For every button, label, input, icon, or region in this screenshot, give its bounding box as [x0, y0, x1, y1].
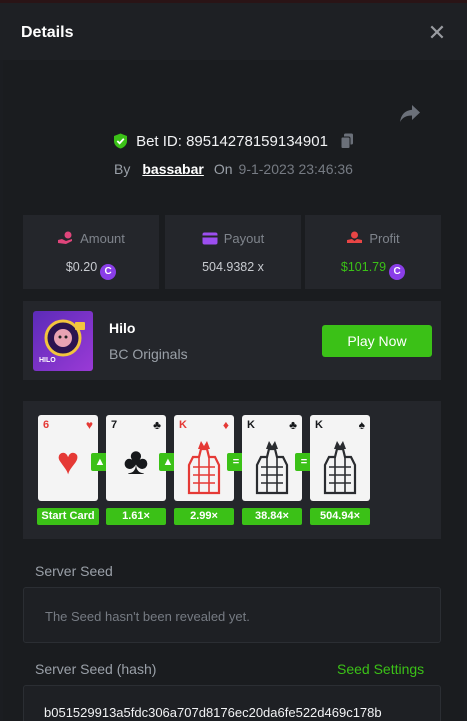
- playing-card: K ♣: [242, 415, 302, 501]
- card-suit: ♣: [289, 418, 297, 432]
- card-suit: ♠: [358, 418, 365, 432]
- coins-hand-icon: [58, 231, 73, 244]
- play-now-button[interactable]: Play Now: [322, 325, 432, 357]
- server-seed-field[interactable]: The Seed hasn't been revealed yet.: [23, 587, 441, 643]
- server-hash-label: Server Seed (hash): [35, 661, 157, 677]
- wallet-icon: [202, 232, 218, 245]
- close-icon[interactable]: ✕: [427, 22, 447, 44]
- card-rank: K: [315, 419, 323, 431]
- bet-id-label: Bet ID:: [136, 133, 182, 150]
- profit-label: Profit: [369, 231, 400, 246]
- king-figure-icon: [187, 441, 221, 495]
- bet-id-value: 89514278159134901: [186, 133, 328, 150]
- king-figure-icon: [255, 441, 289, 495]
- server-seed-label: Server Seed: [35, 563, 113, 579]
- club-icon: ♣: [123, 441, 149, 483]
- profit-card: Profit $101.79 C: [305, 215, 441, 289]
- game-provider: BC Originals: [109, 346, 188, 362]
- coins-profit-icon: [347, 231, 363, 243]
- shield-check-icon: [113, 133, 127, 149]
- share-icon[interactable]: [398, 103, 422, 125]
- on-label: On: [213, 161, 233, 177]
- card-suit: ♥: [85, 418, 93, 432]
- bc-coin-icon: C: [100, 264, 117, 280]
- server-hash-value: b051529913a5fdc306a707d8176ec20da6fe522d…: [44, 705, 382, 720]
- hilo-thumbnail[interactable]: HILO: [33, 311, 93, 371]
- multiplier-badge: 504.94×: [310, 508, 370, 525]
- card-rank: K: [247, 419, 255, 431]
- seed-settings-link[interactable]: Seed Settings: [337, 661, 424, 677]
- multiplier-badge: 2.99×: [174, 508, 234, 525]
- amount-label: Amount: [80, 231, 125, 246]
- profit-value: $101.79: [340, 260, 387, 274]
- bet-byline: By bassabar On 9-1-2023 23:46:36: [0, 161, 467, 177]
- bet-id-row: Bet ID: 89514278159134901: [0, 133, 467, 150]
- server-seed-value: The Seed hasn't been revealed yet.: [45, 609, 250, 624]
- king-figure-icon: [323, 441, 357, 495]
- bet-date: 9-1-2023 23:46:36: [238, 161, 353, 177]
- card-rank: 6: [43, 419, 50, 431]
- server-hash-field[interactable]: b051529913a5fdc306a707d8176ec20da6fe522d…: [23, 685, 441, 721]
- payout-card: Payout 504.9382 x: [165, 215, 301, 289]
- card-rank: 7: [111, 419, 118, 431]
- playing-card: K ♦: [174, 415, 234, 501]
- amount-value: $0.20: [65, 260, 98, 274]
- hilo-thumb-label: HILO: [39, 357, 56, 364]
- modal-header: Details ✕: [0, 3, 467, 60]
- modal-title: Details: [21, 24, 74, 41]
- bc-coin-icon: C: [389, 264, 406, 280]
- amount-card: Amount $0.20 C: [23, 215, 159, 289]
- payout-value: 504.9382 x: [202, 260, 264, 274]
- game-card: HILO Hilo BC Originals Play Now: [23, 301, 441, 380]
- playing-card: 6 ♥ ♥: [38, 415, 98, 501]
- card-suit: ♦: [222, 418, 229, 432]
- by-label: By: [114, 161, 131, 177]
- playing-card: 7 ♣ ♣: [106, 415, 166, 501]
- multiplier-badge: Start Card: [37, 508, 99, 525]
- copy-icon[interactable]: [340, 133, 354, 149]
- card-suit: ♣: [153, 418, 161, 432]
- game-name: Hilo: [109, 320, 136, 336]
- playing-card: K ♠: [310, 415, 370, 501]
- heart-icon: ♥: [56, 441, 80, 483]
- payout-label: Payout: [223, 231, 265, 246]
- card-rank: K: [179, 419, 187, 431]
- username-link[interactable]: bassabar: [142, 161, 203, 177]
- card-history: 6 ♥ ♥ ▲ 7 ♣ ♣ ▲ K ♦ = K ♣ = K ♠ Start Ca…: [23, 401, 441, 539]
- multiplier-badge: 1.61×: [106, 508, 166, 525]
- multiplier-badge: 38.84×: [242, 508, 302, 525]
